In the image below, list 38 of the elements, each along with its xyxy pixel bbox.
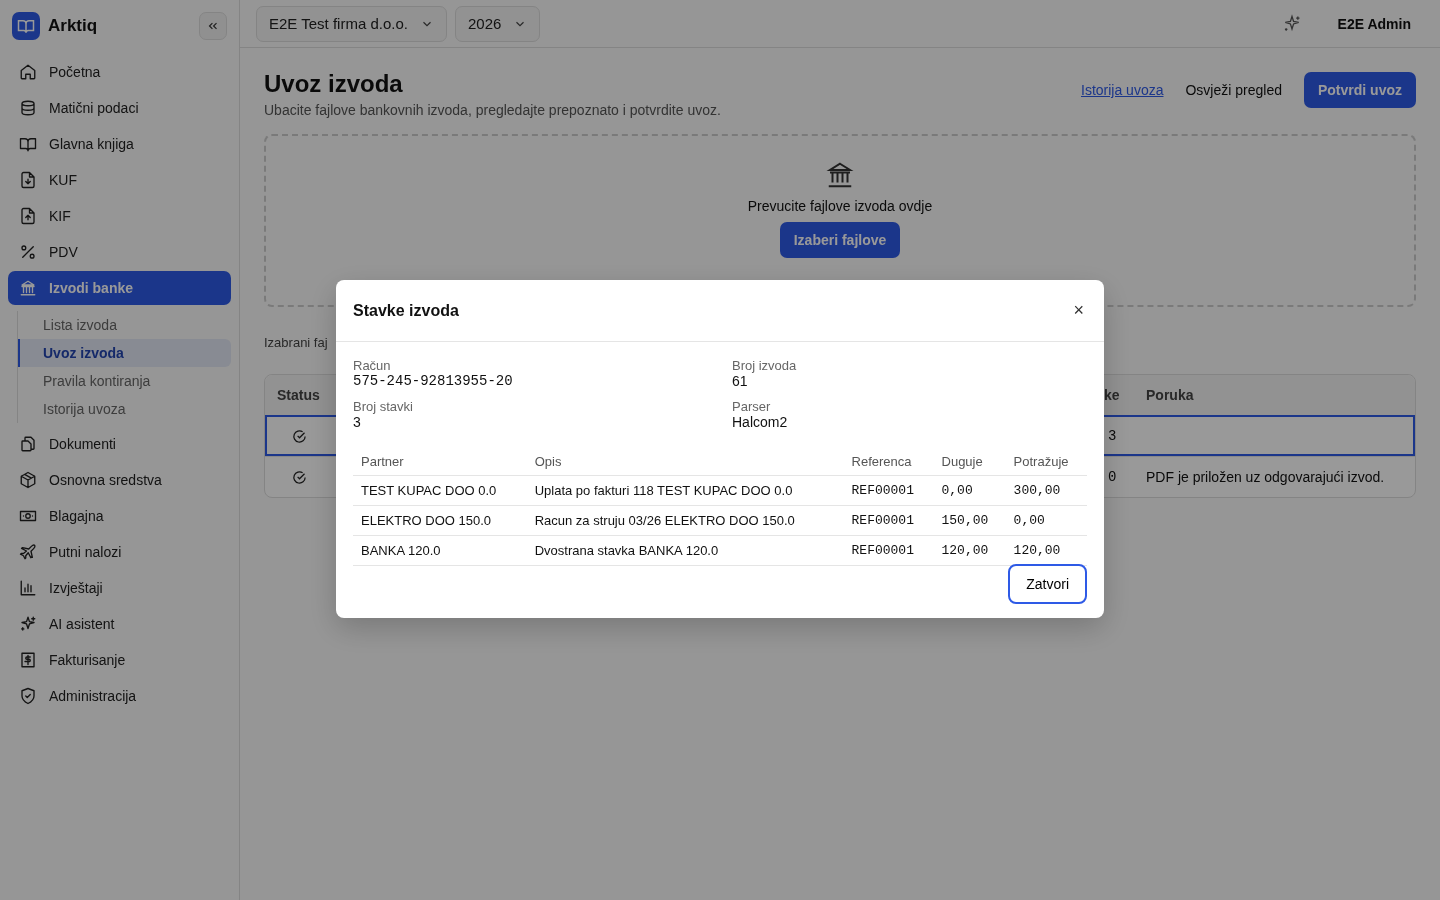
selected-files-label: Izabrani faj bbox=[264, 335, 329, 350]
column-header: Referenca bbox=[843, 450, 934, 476]
table-cell: 0,00 bbox=[1005, 505, 1087, 536]
table-cell-text: 0 bbox=[1107, 469, 1118, 485]
table-cell-text: PDF je priložen uz odgovarajući izvod. bbox=[1145, 469, 1386, 485]
field-label: Broj stavki bbox=[353, 399, 414, 414]
field-value: Halcom2 bbox=[732, 414, 789, 430]
dropzone-text: Prevucite fajlove izvoda ovdje bbox=[747, 198, 933, 214]
table-cell: Dvostrana stavka BANKA 120.0 bbox=[526, 535, 844, 566]
table-cell: REF00001 bbox=[843, 475, 934, 506]
column-header: Potražuje bbox=[1005, 450, 1087, 476]
column-header: ke bbox=[1103, 387, 1121, 403]
table-cell: 120,00 bbox=[933, 535, 1006, 566]
column-header: Opis bbox=[526, 450, 844, 476]
table-cell: REF00001 bbox=[843, 535, 934, 566]
column-header: Duguje bbox=[933, 450, 1006, 476]
table-cell: BANKA 120.0 bbox=[353, 535, 527, 566]
table-cell: REF00001 bbox=[843, 505, 934, 536]
column-header: Poruka bbox=[1145, 387, 1195, 403]
column-header: Partner bbox=[353, 450, 527, 476]
field-label: Parser bbox=[732, 399, 772, 414]
table-cell-text: 3 bbox=[1107, 428, 1118, 444]
field-value: 3 bbox=[353, 414, 362, 430]
column-header: Status bbox=[276, 387, 321, 403]
field-value: 575-245-92813955-20 bbox=[353, 373, 514, 389]
page-title: Uvoz izvoda bbox=[264, 70, 404, 98]
table-cell: 300,00 bbox=[1005, 475, 1087, 506]
app-name: Arktiq bbox=[48, 16, 99, 36]
field-value: 61 bbox=[732, 373, 749, 389]
table-cell: Racun za struju 03/26 ELEKTRO DOO 150.0 bbox=[526, 505, 844, 536]
table-cell: Uplata po fakturi 118 TEST KUPAC DOO 0.0 bbox=[526, 475, 844, 506]
page-subtitle: Ubacite fajlove bankovnih izvoda, pregledajte prepoznato i potvrdite uvoz. bbox=[264, 102, 721, 118]
field-label: Račun bbox=[353, 358, 392, 373]
field-label: Broj izvoda bbox=[732, 358, 798, 373]
table-cell: ELEKTRO DOO 150.0 bbox=[353, 505, 527, 536]
table-cell: 0,00 bbox=[933, 475, 1006, 506]
table-cell: 150,00 bbox=[933, 505, 1006, 536]
table-cell: TEST KUPAC DOO 0.0 bbox=[353, 475, 527, 506]
